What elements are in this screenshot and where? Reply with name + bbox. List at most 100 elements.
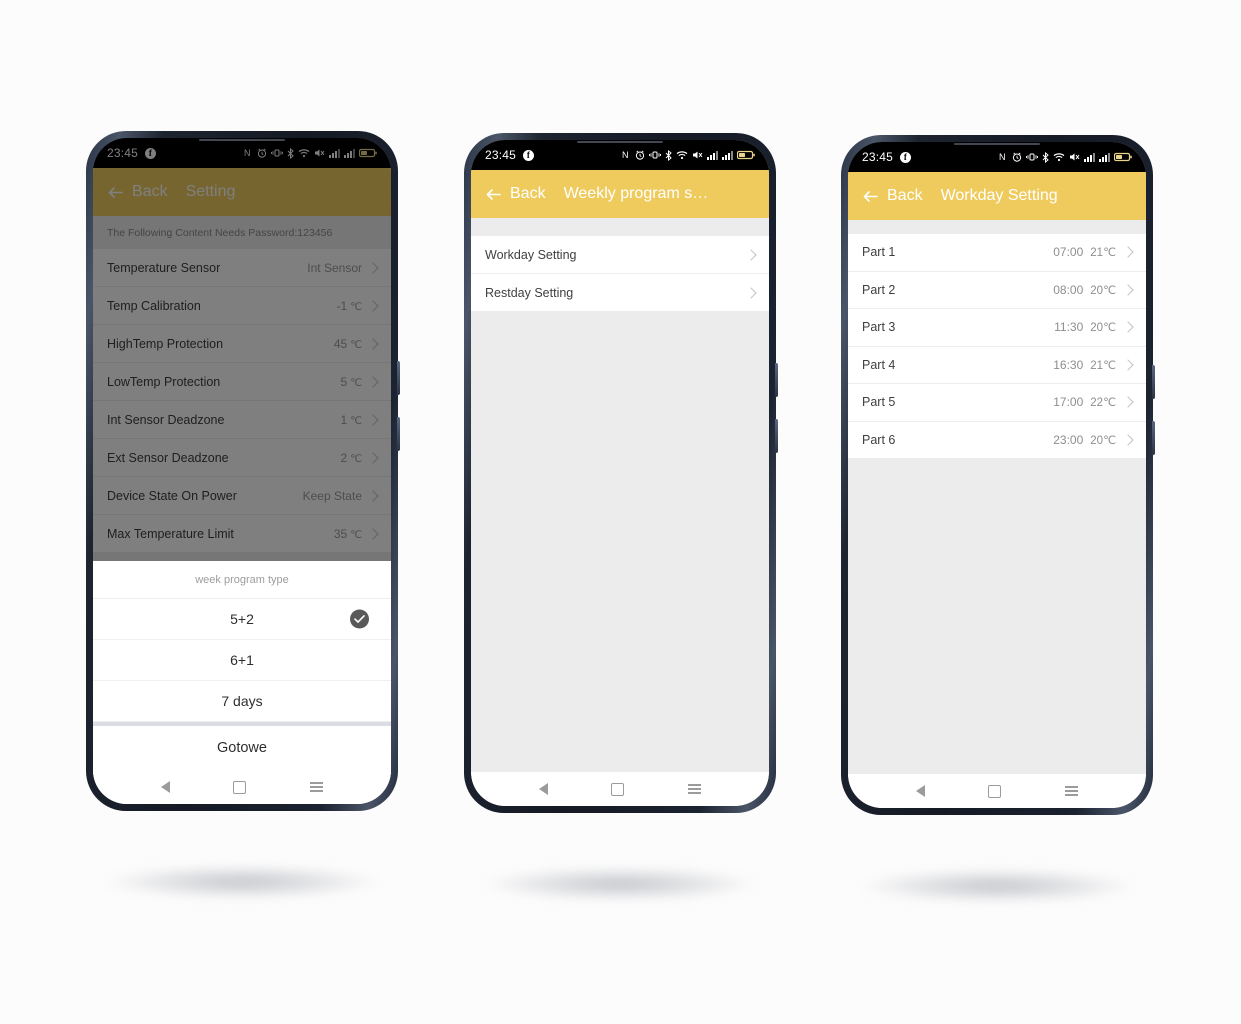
status-bar: 23:45 f N: [471, 140, 769, 170]
settings-row-label: Int Sensor Deadzone: [107, 412, 225, 427]
signal-2-icon: [722, 150, 733, 160]
wifi-icon: [298, 148, 310, 158]
back-label: Back: [132, 183, 168, 200]
status-bar-icons: N: [999, 151, 1132, 163]
sheet-option-5plus2[interactable]: 5+2: [93, 599, 391, 640]
volume-down-button[interactable]: [1152, 421, 1155, 455]
svg-text:N: N: [999, 152, 1006, 162]
settings-row-value: 35 ℃: [333, 526, 362, 541]
facebook-icon: f: [523, 149, 535, 161]
status-bar-clock: 23:45: [485, 148, 517, 162]
password-note: The Following Content Needs Password:123…: [93, 216, 391, 249]
settings-row-value: Keep State: [302, 488, 362, 503]
nav-back-icon[interactable]: [915, 785, 925, 797]
svg-text:N: N: [622, 150, 629, 160]
phone-2-screen: 23:45 f N Back Weekly program s… Workday…: [471, 140, 769, 806]
part-time: 08:00: [1053, 282, 1084, 297]
status-bar: 23:45 f N: [848, 142, 1146, 172]
part-row[interactable]: Part 3 11:30 20℃: [848, 309, 1146, 347]
nav-home-icon[interactable]: [233, 780, 247, 794]
sheet-done-button[interactable]: Gotowe: [93, 726, 391, 770]
part-row[interactable]: Part 5 17:00 22℃: [848, 384, 1146, 422]
earpiece-speaker: [954, 143, 1040, 145]
app-bar: Back Workday Setting: [848, 172, 1146, 220]
part-temp: 21℃: [1090, 247, 1116, 260]
part-row[interactable]: Part 1 07:00 21℃: [848, 234, 1146, 272]
settings-row[interactable]: Max Temperature Limit 35 ℃: [93, 515, 391, 552]
nav-recents-icon[interactable]: [310, 782, 324, 792]
nav-recents-icon[interactable]: [688, 784, 702, 794]
part-temp: 20℃: [1090, 322, 1116, 335]
settings-row-label: Ext Sensor Deadzone: [107, 450, 229, 465]
weekly-program-list: Workday Setting Restday Setting: [471, 236, 769, 311]
signal-1-icon: [329, 148, 340, 158]
volume-down-button[interactable]: [397, 417, 400, 451]
chevron-right-icon: [1122, 396, 1134, 408]
settings-list: Temperature Sensor Int Sensor Temp Calib…: [93, 249, 391, 552]
chevron-right-icon: [745, 286, 757, 299]
settings-row[interactable]: HighTemp Protection 45 ℃: [93, 325, 391, 363]
signal-1-icon: [707, 150, 718, 160]
settings-row-label: Max Temperature Limit: [107, 526, 234, 541]
nav-back-icon[interactable]: [160, 781, 170, 793]
nfc-icon: N: [622, 150, 631, 160]
nav-recents-icon[interactable]: [1065, 786, 1079, 796]
settings-row[interactable]: LowTemp Protection 5 ℃: [93, 363, 391, 401]
system-nav-bar: [93, 770, 391, 804]
part-time: 23:00: [1053, 432, 1084, 447]
vibrate-icon: [1026, 152, 1038, 162]
sheet-option-6plus1[interactable]: 6+1: [93, 640, 391, 681]
workday-setting-row[interactable]: Workday Setting: [471, 236, 769, 274]
back-button[interactable]: Back: [485, 185, 546, 203]
settings-row[interactable]: Device State On Power Keep State: [93, 477, 391, 515]
part-row[interactable]: Part 6 23:00 20℃: [848, 421, 1146, 458]
nav-home-icon[interactable]: [611, 782, 625, 796]
chevron-right-icon: [1122, 434, 1134, 446]
volume-up-button[interactable]: [775, 363, 778, 397]
nfc-icon: N: [244, 148, 253, 158]
status-bar-left: 23:45 f: [862, 150, 912, 164]
status-bar-clock: 23:45: [862, 150, 894, 164]
bluetooth-icon: [287, 147, 294, 159]
settings-row-value: 5 ℃: [340, 374, 362, 389]
volume-down-button[interactable]: [775, 419, 778, 453]
settings-row[interactable]: Ext Sensor Deadzone 2 ℃: [93, 439, 391, 477]
part-time: 17:00: [1053, 395, 1084, 410]
part-label: Part 6: [862, 432, 896, 447]
back-button[interactable]: Back: [107, 183, 168, 201]
sheet-option-label: 7 days: [221, 693, 263, 709]
chevron-right-icon: [367, 375, 379, 388]
back-button[interactable]: Back: [862, 187, 923, 205]
sheet-option-7days[interactable]: 7 days: [93, 681, 391, 722]
volume-up-button[interactable]: [397, 361, 400, 395]
status-bar: 23:45 f N: [93, 138, 391, 168]
status-bar-icons: N: [622, 149, 755, 161]
chevron-right-icon: [367, 489, 379, 502]
system-nav-bar: [848, 774, 1146, 808]
arrow-left-icon: [107, 184, 124, 201]
settings-row[interactable]: Temperature Sensor Int Sensor: [93, 249, 391, 287]
chevron-right-icon: [367, 527, 379, 540]
nav-home-icon[interactable]: [988, 784, 1002, 798]
page-title: Weekly program s…: [563, 185, 709, 202]
volume-up-button[interactable]: [1152, 365, 1155, 399]
part-label: Part 2: [862, 282, 896, 297]
part-row[interactable]: Part 4 16:30 21℃: [848, 346, 1146, 384]
restday-setting-row[interactable]: Restday Setting: [471, 274, 769, 311]
part-temp: 22℃: [1090, 397, 1116, 410]
sheet-option-label: 5+2: [230, 611, 254, 627]
settings-row-label: Device State On Power: [107, 488, 237, 503]
status-bar-left: 23:45 f: [485, 148, 535, 162]
part-row[interactable]: Part 2 08:00 20℃: [848, 271, 1146, 309]
phone-2-frame: 23:45 f N Back Weekly program s… Workday…: [464, 133, 778, 813]
earpiece-speaker: [199, 139, 285, 141]
part-time: 16:30: [1053, 357, 1084, 372]
part-time: 07:00: [1053, 245, 1084, 260]
svg-text:N: N: [244, 148, 251, 158]
check-icon: [350, 609, 369, 629]
settings-row[interactable]: Int Sensor Deadzone 1 ℃: [93, 401, 391, 439]
settings-row[interactable]: Temp Calibration -1 ℃: [93, 287, 391, 325]
mute-icon: [1069, 152, 1080, 162]
arrow-left-icon: [485, 186, 502, 203]
nav-back-icon[interactable]: [538, 783, 548, 795]
